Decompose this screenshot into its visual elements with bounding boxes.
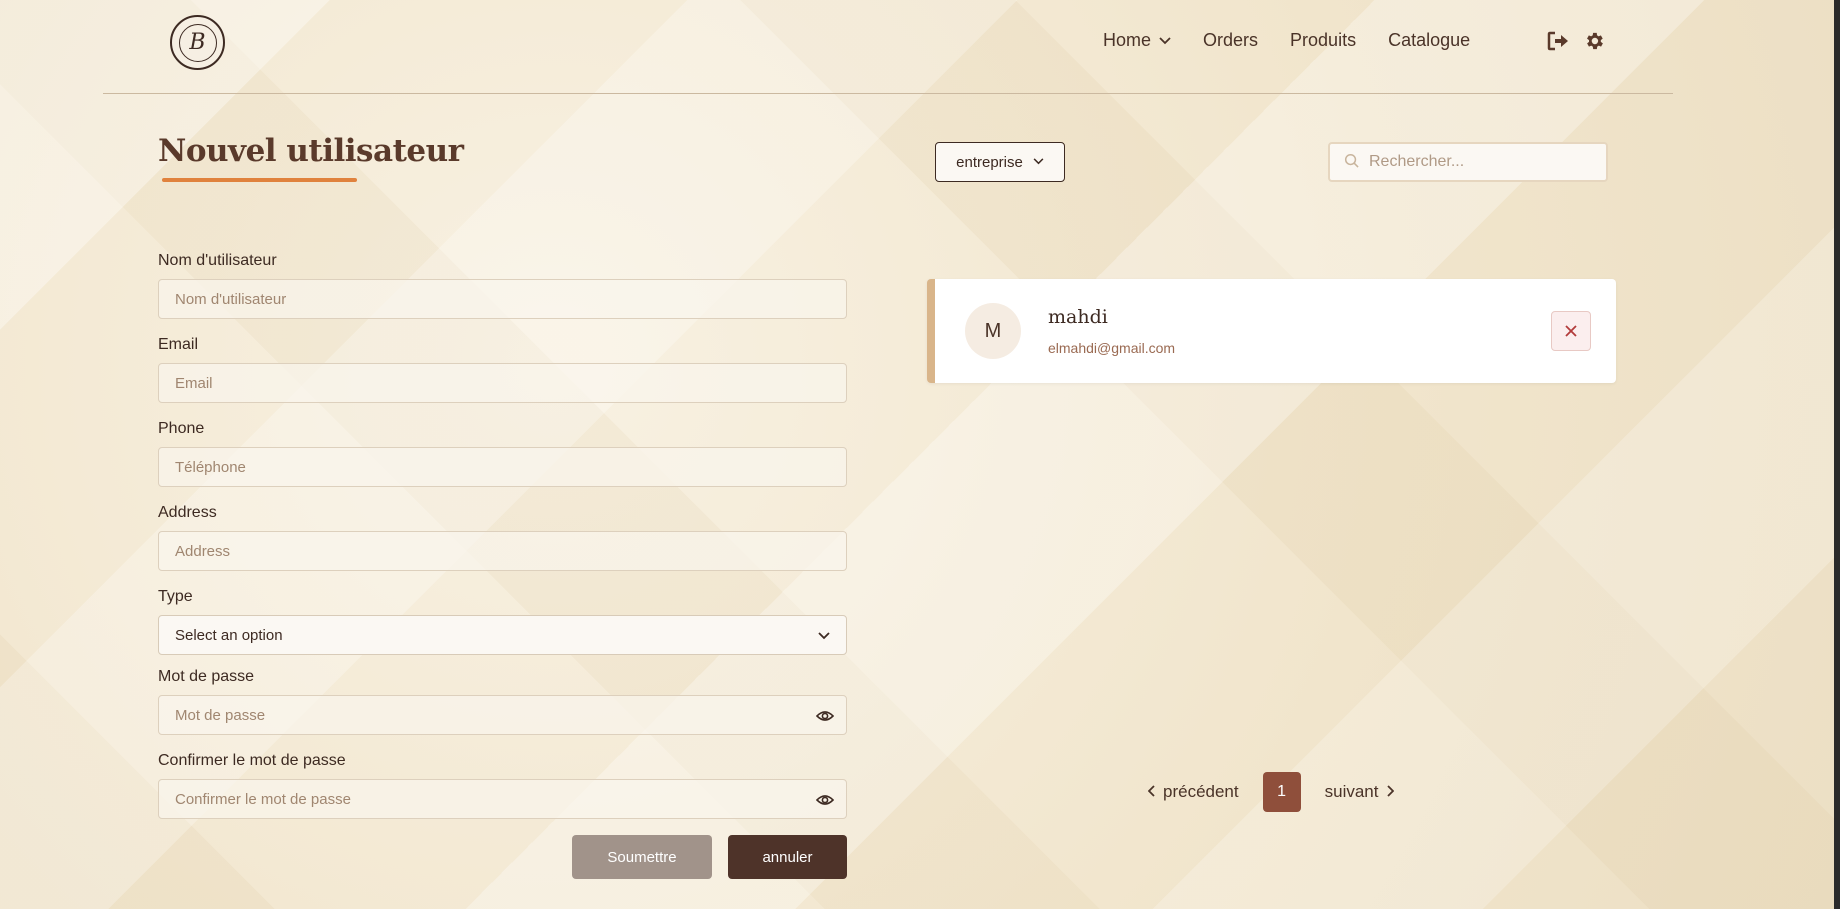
password-input-wrap <box>158 695 847 735</box>
eye-icon[interactable] <box>815 708 835 724</box>
confirm-password-input-wrap <box>158 779 847 819</box>
nav-produits[interactable]: Produits <box>1290 30 1356 51</box>
phone-field: Phone <box>158 420 847 487</box>
header-divider <box>103 93 1673 94</box>
window-edge <box>1834 0 1840 909</box>
search-input[interactable] <box>1369 153 1589 171</box>
chevron-left-icon <box>1147 784 1155 800</box>
avatar: M <box>965 303 1021 359</box>
prev-page-button[interactable]: précédent <box>1140 782 1239 802</box>
user-email: elmahdi@gmail.com <box>1048 340 1176 356</box>
chevron-down-icon <box>1033 156 1044 168</box>
cancel-button[interactable]: annuler <box>728 835 847 879</box>
nav-home[interactable]: Home <box>1103 30 1171 51</box>
user-type-filter[interactable]: entreprise <box>935 142 1065 182</box>
title-underline <box>162 178 357 182</box>
prev-page-label: précédent <box>1163 782 1239 801</box>
email-field: Email <box>158 336 847 403</box>
password-input[interactable] <box>175 706 830 724</box>
logo-monogram: B <box>178 23 217 62</box>
email-input-wrap <box>158 363 847 403</box>
pagination: précédent 1 suivant <box>1140 772 1402 812</box>
type-field: Type Select an option <box>158 588 847 655</box>
username-input-wrap <box>158 279 847 319</box>
user-name: mahdi <box>1048 306 1108 328</box>
address-field: Address <box>158 504 847 571</box>
filter-selected-value: entreprise <box>956 153 1023 171</box>
password-field: Mot de passe <box>158 668 847 735</box>
logout-icon[interactable] <box>1545 28 1571 54</box>
address-label: Address <box>158 504 217 521</box>
username-field: Nom d'utilisateur <box>158 252 847 319</box>
eye-icon[interactable] <box>815 792 835 808</box>
type-label: Type <box>158 588 193 605</box>
submit-button[interactable]: Soumettre <box>572 835 712 879</box>
search-box <box>1328 142 1608 182</box>
close-icon <box>1565 322 1577 341</box>
confirm-password-label: Confirmer le mot de passe <box>158 752 346 769</box>
nav-home-label: Home <box>1103 30 1152 50</box>
delete-user-button[interactable] <box>1551 311 1591 351</box>
nav-orders[interactable]: Orders <box>1203 30 1258 51</box>
main-nav: Home Orders Produits Catalogue <box>1103 30 1502 51</box>
phone-input[interactable] <box>175 458 830 476</box>
next-page-button[interactable]: suivant <box>1325 782 1402 802</box>
email-label: Email <box>158 336 199 353</box>
password-label: Mot de passe <box>158 668 255 685</box>
confirm-password-input[interactable] <box>175 790 830 808</box>
header-actions <box>1545 28 1617 54</box>
phone-input-wrap <box>158 447 847 487</box>
next-page-label: suivant <box>1324 782 1379 801</box>
top-navbar: B Home Orders Produits Catalogue <box>0 0 1840 94</box>
confirm-password-field: Confirmer le mot de passe <box>158 752 847 819</box>
email-input[interactable] <box>175 374 830 392</box>
type-selected-value: Select an option <box>175 626 283 644</box>
phone-label: Phone <box>158 420 205 437</box>
page-number-current[interactable]: 1 <box>1262 772 1301 812</box>
chevron-right-icon <box>1386 784 1394 800</box>
type-select[interactable]: Select an option <box>158 615 847 655</box>
page-title: Nouvel utilisateur <box>158 133 464 169</box>
gear-icon[interactable] <box>1581 28 1607 54</box>
address-input-wrap <box>158 531 847 571</box>
nav-catalogue[interactable]: Catalogue <box>1388 30 1470 51</box>
username-input[interactable] <box>175 290 830 308</box>
username-label: Nom d'utilisateur <box>158 252 277 269</box>
search-icon <box>1344 153 1359 172</box>
chevron-down-icon <box>818 627 830 644</box>
brand-logo[interactable]: B <box>170 15 225 70</box>
user-card[interactable]: M mahdi elmahdi@gmail.com <box>927 279 1616 383</box>
address-input[interactable] <box>175 542 830 560</box>
chevron-down-icon <box>1159 34 1171 48</box>
page: B Home Orders Produits Catalogue Nouvel … <box>0 0 1840 909</box>
